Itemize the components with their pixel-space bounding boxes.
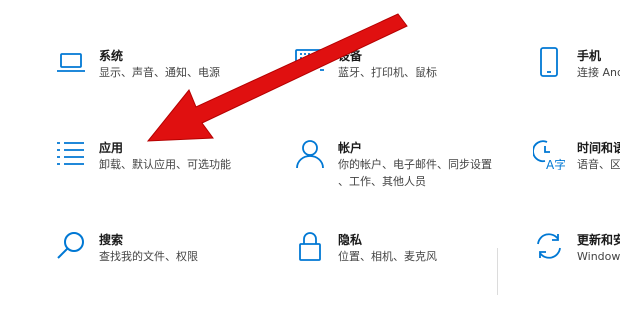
tile-description: 你的帐户、电子邮件、同步设置 (338, 158, 492, 171)
tile-description: 连接 Ande (577, 66, 620, 79)
svg-text:A字: A字 (546, 157, 565, 170)
tile-description: 位置、相机、麦克风 (338, 250, 437, 263)
refresh-icon (533, 230, 565, 262)
phone-icon (533, 46, 565, 78)
tile-description: Windows (577, 250, 620, 263)
apps-list-icon (55, 138, 87, 170)
tile-description: 语音、区域 (577, 158, 620, 171)
tile-title: 搜索 (99, 233, 124, 247)
person-icon (294, 138, 326, 170)
tile-title: 系统 (99, 49, 124, 63)
tile-title: 时间和语 (577, 141, 620, 155)
tile-description: 查找我的文件、权限 (99, 250, 198, 263)
lock-icon (294, 230, 326, 262)
tile-title: 隐私 (338, 233, 363, 247)
search-icon (55, 230, 87, 262)
laptop-icon (55, 46, 87, 78)
tile-title: 设备 (338, 49, 363, 63)
tile-title: 手机 (577, 49, 602, 63)
tile-description: 蓝牙、打印机、鼠标 (338, 66, 437, 79)
time-language-icon: A字 (533, 138, 565, 170)
tile-description: 卸载、默认应用、可选功能 (99, 158, 231, 171)
keyboard-icon (294, 46, 326, 78)
tile-title: 应用 (99, 141, 124, 155)
tile-title: 更新和安 (577, 233, 620, 247)
divider (497, 248, 498, 295)
tile-title: 帐户 (338, 141, 363, 155)
tile-description: 显示、声音、通知、电源 (99, 66, 220, 79)
tile-description-line2: 、工作、其他人员 (338, 175, 426, 188)
